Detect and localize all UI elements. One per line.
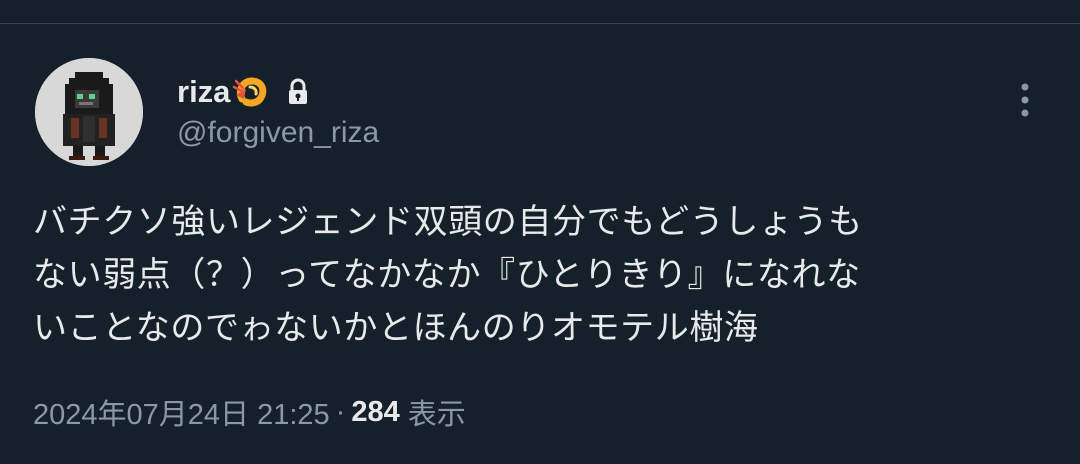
tweet-meta: 2024年07月24日 21:25 · 284 表示 xyxy=(33,390,466,434)
top-divider xyxy=(0,23,1080,24)
lock-icon xyxy=(286,78,310,106)
tweet-text: バチクソ強いレジェンド双頭の自分でもどうしょうも ない弱点（？）ってなかなか『ひ… xyxy=(33,196,1043,355)
tweet-text-line: いことなのでゎないかとほんのりオモテル樹海 xyxy=(33,308,759,348)
avatar[interactable] xyxy=(35,58,143,166)
more-vertical-icon xyxy=(1020,82,1030,122)
tweet-text-line: バチクソ強いレジェンド双頭の自分でもどうしょうも xyxy=(33,202,863,242)
author-name-row[interactable]: riza xyxy=(177,70,310,114)
shrimp-icon xyxy=(232,73,270,111)
display-name[interactable]: riza xyxy=(177,70,230,114)
tweet-text-line: ない弱点（？）ってなかなか『ひとりきり』になれな xyxy=(33,255,861,295)
author-handle[interactable]: @forgiven_riza xyxy=(177,113,379,153)
meta-separator: · xyxy=(335,395,346,428)
views-label: 表示 xyxy=(407,399,466,431)
views-count[interactable]: 284 xyxy=(351,396,399,429)
avatar-image xyxy=(35,58,143,166)
more-options-button[interactable] xyxy=(1005,80,1045,124)
tweet-timestamp[interactable]: 2024年07月24日 21:25 xyxy=(33,391,330,433)
